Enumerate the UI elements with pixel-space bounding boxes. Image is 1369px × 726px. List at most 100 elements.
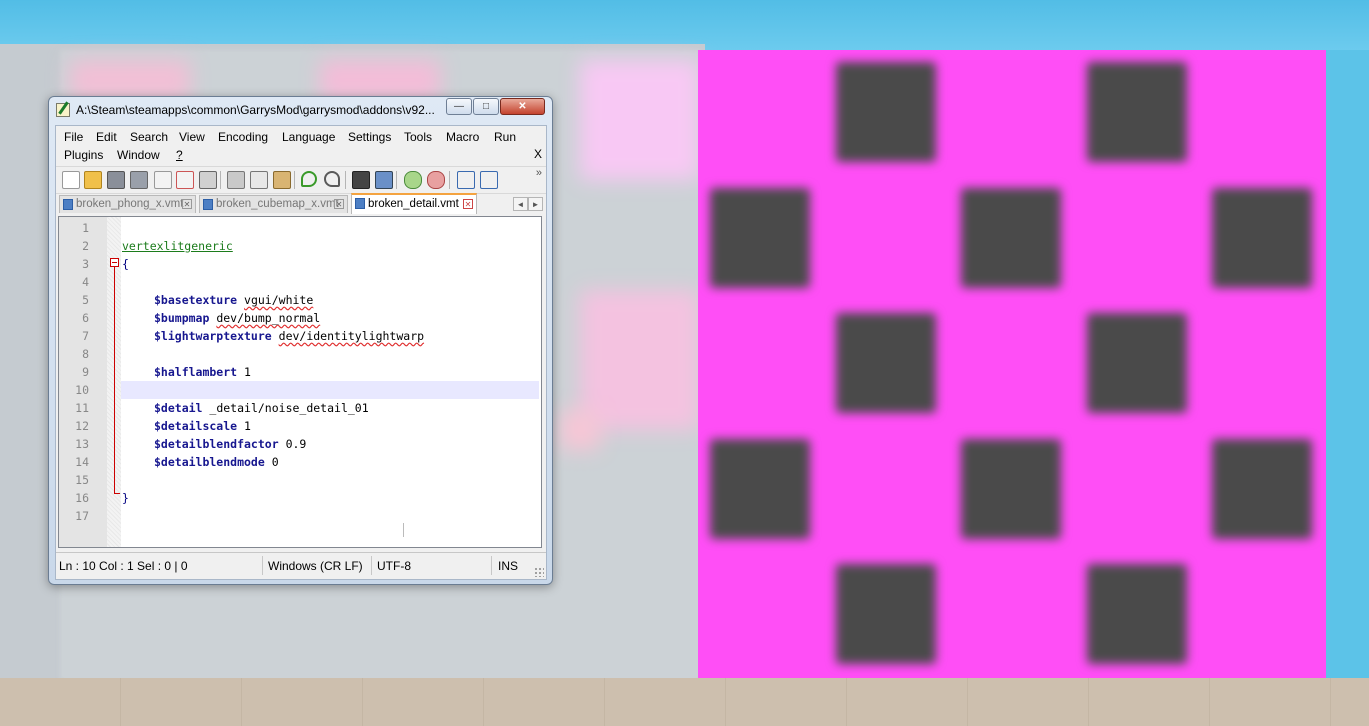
window-client: File Edit Search View Encoding Language …: [55, 125, 547, 580]
close-window-button[interactable]: ✕: [500, 98, 545, 115]
close-document-button[interactable]: X: [534, 147, 542, 161]
param-key: $basetexture: [154, 293, 238, 307]
toolbar-separator: [345, 171, 346, 189]
open-file-icon[interactable]: [84, 171, 102, 189]
title-bar[interactable]: A:\Steam\steamapps\common\GarrysMod\garr…: [49, 97, 552, 123]
line-number: 14: [75, 455, 89, 469]
save-icon[interactable]: [107, 171, 125, 189]
resize-grip-icon[interactable]: [534, 567, 544, 577]
menu-edit[interactable]: Edit: [96, 130, 117, 144]
close-brace: }: [122, 491, 129, 505]
param-value: 1: [244, 419, 251, 433]
status-bar: Ln : 10 Col : 1 Sel : 0 | 0 Windows (CR …: [56, 552, 546, 579]
tab-label: broken_cubemap_x.vmt: [216, 198, 339, 210]
code-line: 11 $detail _detail/noise_detail_01: [59, 399, 541, 417]
tab-scroll-right-icon[interactable]: ►: [528, 197, 543, 211]
param-value: vgui/white: [244, 293, 314, 307]
undo-icon[interactable]: [301, 171, 317, 187]
code-editor[interactable]: 1 2 vertexlitgeneric 3 { 4 5 $basetextur…: [58, 216, 542, 548]
checker-dark-square: [835, 313, 936, 414]
zoom-out-icon[interactable]: [427, 171, 445, 189]
notepad-window: A:\Steam\steamapps\common\GarrysMod\garr…: [48, 96, 553, 585]
tab-label: broken_detail.vmt: [368, 198, 459, 210]
menu-macro[interactable]: Macro: [446, 130, 479, 144]
menu-help[interactable]: ?: [176, 148, 183, 162]
checker-dark-square: [710, 438, 810, 539]
insert-mode[interactable]: INS: [498, 559, 518, 573]
cut-icon[interactable]: [227, 171, 245, 189]
tab-scroll-left-icon[interactable]: ◄: [513, 197, 528, 211]
param-value: 0: [271, 455, 279, 469]
replace-icon[interactable]: [375, 171, 393, 189]
maximize-button[interactable]: □: [473, 98, 499, 115]
new-file-icon[interactable]: [62, 171, 80, 189]
tab-close-icon[interactable]: ✕: [182, 199, 192, 209]
code-line: 15: [59, 471, 541, 489]
menu-run[interactable]: Run: [494, 130, 516, 144]
sync-horizontal-icon[interactable]: [480, 171, 498, 189]
tab-broken-phong[interactable]: broken_phong_x.vmt ✕: [59, 195, 196, 213]
paste-icon[interactable]: [273, 171, 291, 189]
window-title: A:\Steam\steamapps\common\GarrysMod\garr…: [76, 103, 435, 117]
file-encoding[interactable]: UTF-8: [377, 559, 411, 573]
menu-file[interactable]: File: [64, 130, 83, 144]
menu-plugins[interactable]: Plugins: [64, 148, 103, 162]
menu-settings[interactable]: Settings: [348, 130, 391, 144]
param-value: dev/bump_normal: [216, 311, 321, 325]
redo-icon[interactable]: [324, 171, 340, 187]
print-icon[interactable]: [199, 171, 217, 189]
close-icon[interactable]: [154, 171, 172, 189]
checkerboard-texture: [698, 50, 1326, 678]
toolbar-separator: [449, 171, 450, 189]
code-line: 12 $detailscale 1: [59, 417, 541, 435]
file-icon: [203, 199, 213, 210]
cursor-position: Ln : 10 Col : 1 Sel : 0 | 0: [59, 559, 188, 573]
copy-icon[interactable]: [250, 171, 268, 189]
menu-tools[interactable]: Tools: [404, 130, 432, 144]
menu-encoding[interactable]: Encoding: [218, 130, 268, 144]
sync-vertical-icon[interactable]: [457, 171, 475, 189]
code-line: 7 $lightwarptexture dev/identitylightwar…: [59, 327, 541, 345]
menu-view[interactable]: View: [179, 130, 205, 144]
param-value: 1: [244, 365, 251, 379]
menu-language[interactable]: Language: [282, 130, 335, 144]
close-all-icon[interactable]: [176, 171, 194, 189]
menu-search[interactable]: Search: [130, 130, 168, 144]
line-number: 2: [82, 239, 89, 253]
tab-broken-detail[interactable]: broken_detail.vmt ✕: [351, 193, 477, 214]
code-line: 4: [59, 273, 541, 291]
zoom-in-icon[interactable]: [404, 171, 422, 189]
line-number: 16: [75, 491, 89, 505]
toolbar-overflow-chevron-icon[interactable]: »: [536, 167, 542, 179]
param-key: $lightwarptexture: [154, 329, 272, 343]
code-line: 2 vertexlitgeneric: [59, 237, 541, 255]
checker-dark-square: [710, 187, 810, 288]
notepad-app-icon: [56, 103, 70, 117]
line-number: 15: [75, 473, 89, 487]
find-icon[interactable]: [352, 171, 370, 189]
line-number: 13: [75, 437, 89, 451]
param-value: _detail/noise_detail_01: [209, 401, 369, 415]
minimize-button[interactable]: —: [446, 98, 472, 115]
line-number: 9: [82, 365, 89, 379]
mouse-ibeam-cursor: [403, 523, 404, 537]
code-line: 5 $basetexture vgui/white: [59, 291, 541, 309]
toolbar: »: [56, 166, 546, 194]
line-number: 12: [75, 419, 89, 433]
tab-bar: broken_phong_x.vmt ✕ broken_cubemap_x.vm…: [56, 193, 546, 214]
tab-close-icon[interactable]: ✕: [334, 199, 344, 209]
param-key: $detailblendmode: [154, 455, 265, 469]
param-key: $detail: [154, 401, 203, 415]
file-icon: [355, 198, 365, 209]
eol-format[interactable]: Windows (CR LF): [268, 559, 363, 573]
save-all-icon[interactable]: [130, 171, 148, 189]
toolbar-separator: [220, 171, 221, 189]
param-key: $detailblendfactor: [154, 437, 279, 451]
menu-window[interactable]: Window: [117, 148, 160, 162]
tab-broken-cubemap[interactable]: broken_cubemap_x.vmt ✕: [199, 195, 348, 213]
param-key: $bumpmap: [154, 311, 210, 325]
tab-close-icon[interactable]: ✕: [463, 199, 473, 209]
checker-dark-square: [961, 187, 1062, 288]
checker-dark-square: [835, 564, 936, 665]
file-icon: [63, 199, 73, 210]
